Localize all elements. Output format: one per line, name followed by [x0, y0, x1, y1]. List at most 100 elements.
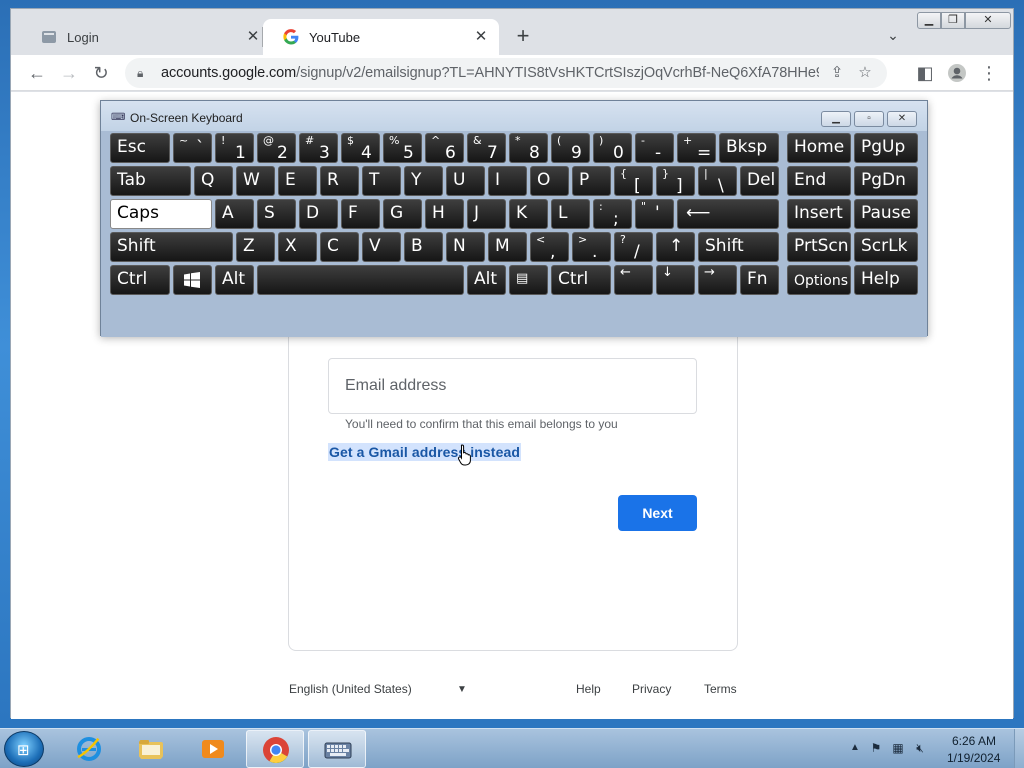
- key-r[interactable]: R: [320, 166, 359, 196]
- taskbar-internet-explorer[interactable]: [60, 730, 118, 768]
- key-4[interactable]: $4: [341, 133, 380, 163]
- key-right-ctrl[interactable]: Ctrl: [551, 265, 611, 295]
- key-7[interactable]: & 7: [467, 133, 506, 163]
- key-k[interactable]: K: [509, 199, 548, 229]
- key-slash[interactable]: ? /: [614, 232, 653, 262]
- key-1[interactable]: ! 1: [215, 133, 254, 163]
- key-3[interactable]: #3: [299, 133, 338, 163]
- minimize-button[interactable]: ▁: [917, 12, 941, 29]
- key-d[interactable]: D: [299, 199, 338, 229]
- key-s[interactable]: S: [257, 199, 296, 229]
- side-panel-icon[interactable]: ◧: [913, 61, 937, 85]
- key-right-arrow[interactable]: →: [698, 265, 737, 295]
- volume-muted-icon[interactable]: 🔇︎: [912, 741, 928, 757]
- key-help[interactable]: Help: [854, 265, 918, 295]
- key-l[interactable]: L: [551, 199, 590, 229]
- close-tab-icon[interactable]: ✕: [245, 29, 261, 45]
- key-enter[interactable]: ⟵: [677, 199, 779, 229]
- footer-terms-link[interactable]: Terms: [704, 682, 737, 696]
- key-pgup[interactable]: PgUp: [854, 133, 918, 163]
- back-arrow-icon[interactable]: ←: [25, 61, 49, 85]
- key-down-arrow[interactable]: ↓: [656, 265, 695, 295]
- menu-kebab-icon[interactable]: ⋮: [977, 61, 1001, 85]
- key-caps[interactable]: Caps: [110, 199, 212, 229]
- key-m[interactable]: M: [488, 232, 527, 262]
- key-minus[interactable]: --: [635, 133, 674, 163]
- key-options[interactable]: Options: [787, 265, 851, 295]
- key-2[interactable]: @2: [257, 133, 296, 163]
- chevron-down-icon[interactable]: ⌄: [883, 27, 903, 47]
- new-tab-button[interactable]: +: [511, 25, 535, 49]
- reload-icon[interactable]: ↻: [89, 61, 113, 85]
- share-icon[interactable]: ⇪: [827, 63, 847, 83]
- osk-close-button[interactable]: ✕: [887, 111, 917, 127]
- key-n[interactable]: N: [446, 232, 485, 262]
- key-p[interactable]: P: [572, 166, 611, 196]
- close-tab-icon[interactable]: ✕: [473, 29, 489, 45]
- taskbar-windows-explorer[interactable]: [122, 730, 180, 768]
- star-icon[interactable]: ☆: [855, 63, 875, 83]
- network-icon[interactable]: ▦: [890, 741, 906, 757]
- key-right-alt[interactable]: Alt: [467, 265, 506, 295]
- key-g[interactable]: G: [383, 199, 422, 229]
- key-comma[interactable]: <,: [530, 232, 569, 262]
- key-9[interactable]: (9: [551, 133, 590, 163]
- key-y[interactable]: Y: [404, 166, 443, 196]
- profile-icon[interactable]: [945, 61, 969, 85]
- key-8[interactable]: * 8: [509, 133, 548, 163]
- key-left-bracket[interactable]: {[: [614, 166, 653, 196]
- action-center-icon[interactable]: ⚑: [868, 741, 884, 757]
- show-hidden-icons-icon[interactable]: ▲: [850, 742, 860, 753]
- show-desktop-button[interactable]: [1014, 729, 1024, 768]
- key-home[interactable]: Home: [787, 133, 851, 163]
- key-tab[interactable]: Tab: [110, 166, 191, 196]
- key-space[interactable]: [257, 265, 464, 295]
- key-0[interactable]: ) 0: [593, 133, 632, 163]
- osk-minimize-button[interactable]: ▁: [821, 111, 851, 127]
- close-window-button[interactable]: ✕: [965, 12, 1011, 29]
- key-6[interactable]: ^ 6: [425, 133, 464, 163]
- key-left-alt[interactable]: Alt: [215, 265, 254, 295]
- key-del[interactable]: Del: [740, 166, 779, 196]
- forward-arrow-icon[interactable]: →: [57, 61, 81, 85]
- clock-time[interactable]: 6:26 AM: [952, 734, 996, 748]
- key-esc[interactable]: Esc: [110, 133, 170, 163]
- key-h[interactable]: H: [425, 199, 464, 229]
- osk-titlebar[interactable]: ⌨ On-Screen Keyboard ▁ ▫ ✕: [101, 101, 927, 131]
- email-field[interactable]: [328, 358, 697, 414]
- key-w[interactable]: W: [236, 166, 275, 196]
- key-right-bracket[interactable]: }]: [656, 166, 695, 196]
- clock-date[interactable]: 1/19/2024: [947, 751, 1000, 765]
- key-right-shift[interactable]: Shift: [698, 232, 779, 262]
- tab-youtube[interactable]: YouTube ✕: [263, 19, 499, 55]
- taskbar-media-player[interactable]: [184, 730, 242, 768]
- osk-maximize-button[interactable]: ▫: [854, 111, 884, 127]
- key-o[interactable]: O: [530, 166, 569, 196]
- key-q[interactable]: Q: [194, 166, 233, 196]
- key-a[interactable]: A: [215, 199, 254, 229]
- key-semicolon[interactable]: :;: [593, 199, 632, 229]
- address-bar[interactable]: 🔒︎ accounts.google.com/signup/v2/emailsi…: [125, 58, 887, 88]
- key-up-arrow[interactable]: ↑: [656, 232, 695, 262]
- key-u[interactable]: U: [446, 166, 485, 196]
- key-e[interactable]: E: [278, 166, 317, 196]
- key-pgdn[interactable]: PgDn: [854, 166, 918, 196]
- footer-help-link[interactable]: Help: [576, 682, 601, 696]
- footer-privacy-link[interactable]: Privacy: [632, 682, 671, 696]
- key-left-shift[interactable]: Shift: [110, 232, 233, 262]
- key-quote[interactable]: " ': [635, 199, 674, 229]
- taskbar-on-screen-keyboard[interactable]: [308, 730, 366, 768]
- key-5[interactable]: % 5: [383, 133, 422, 163]
- key-j[interactable]: J: [467, 199, 506, 229]
- get-gmail-link[interactable]: Get a Gmail address instead: [328, 443, 521, 461]
- key-equals[interactable]: + =: [677, 133, 716, 163]
- key-b[interactable]: B: [404, 232, 443, 262]
- tab-login[interactable]: Login ✕: [21, 19, 271, 55]
- key-v[interactable]: V: [362, 232, 401, 262]
- key-menu[interactable]: ▤: [509, 265, 548, 295]
- key-z[interactable]: Z: [236, 232, 275, 262]
- key-fn[interactable]: Fn: [740, 265, 779, 295]
- dropdown-arrow-icon[interactable]: ▼: [457, 684, 467, 695]
- maximize-button[interactable]: ❐: [941, 12, 965, 29]
- key-windows[interactable]: [173, 265, 212, 295]
